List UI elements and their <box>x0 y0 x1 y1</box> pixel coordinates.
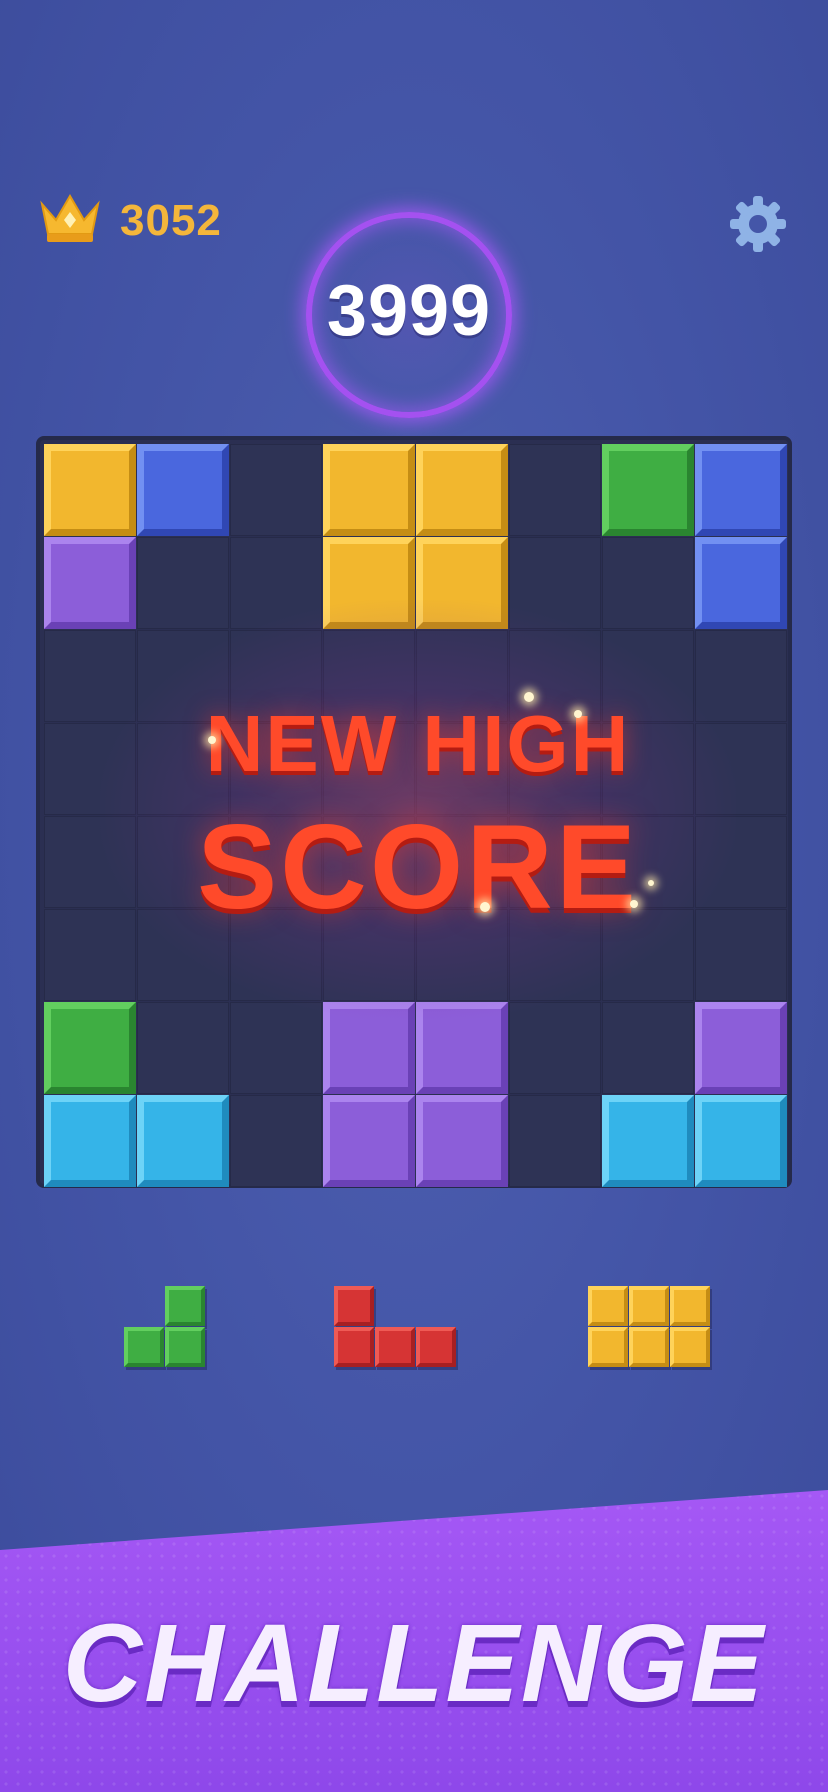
board-cell-empty[interactable] <box>602 909 694 1001</box>
sparkle <box>648 880 654 886</box>
board-cell-empty[interactable] <box>509 723 601 815</box>
board-cell-empty[interactable] <box>137 816 229 908</box>
best-score: 3052 <box>120 196 222 245</box>
board-cell-empty[interactable] <box>602 816 694 908</box>
piece-block <box>416 1327 456 1367</box>
board-cell-empty[interactable] <box>44 816 136 908</box>
board-cell-empty[interactable] <box>416 909 508 1001</box>
board-block-blue[interactable] <box>695 444 787 536</box>
board-block-cyan[interactable] <box>137 1095 229 1187</box>
piece-block <box>165 1286 205 1326</box>
board-cell-empty[interactable] <box>509 1002 601 1094</box>
gear-icon[interactable] <box>726 192 790 256</box>
board-cell-empty[interactable] <box>509 537 601 629</box>
board-block-cyan[interactable] <box>602 1095 694 1187</box>
sparkle <box>574 710 582 718</box>
board-block-cyan[interactable] <box>44 1095 136 1187</box>
board-cell-empty[interactable] <box>44 723 136 815</box>
piece-block <box>588 1327 628 1367</box>
board-cell-empty[interactable] <box>230 1095 322 1187</box>
board-cell-empty[interactable] <box>323 723 415 815</box>
crown-icon <box>40 194 100 242</box>
board-cell-empty[interactable] <box>230 909 322 1001</box>
board-block-green[interactable] <box>44 1002 136 1094</box>
sparkle <box>524 692 534 702</box>
board-cell-empty[interactable] <box>416 630 508 722</box>
board-cell-empty[interactable] <box>137 537 229 629</box>
board-cell-empty[interactable] <box>230 537 322 629</box>
board-block-blue[interactable] <box>137 444 229 536</box>
board-block-yellow[interactable] <box>323 537 415 629</box>
piece-block <box>670 1327 710 1367</box>
board-block-yellow[interactable] <box>44 444 136 536</box>
sparkle <box>480 902 490 912</box>
board-cell-empty[interactable] <box>695 630 787 722</box>
board-cell-empty[interactable] <box>323 630 415 722</box>
current-score: 3999 <box>326 271 492 351</box>
piece-block <box>629 1327 669 1367</box>
board-block-purple[interactable] <box>44 537 136 629</box>
piece-block <box>670 1286 710 1326</box>
piece-block <box>124 1327 164 1367</box>
board-cell-empty[interactable] <box>323 909 415 1001</box>
game-board[interactable]: NEW HIGH SCORE <box>36 436 792 1188</box>
piece-block <box>334 1286 374 1326</box>
board-cell-empty[interactable] <box>137 630 229 722</box>
hud: 3052 3999 <box>0 0 828 420</box>
board-block-yellow[interactable] <box>323 444 415 536</box>
board-cell-empty[interactable] <box>509 444 601 536</box>
piece-block <box>375 1327 415 1367</box>
board-cell-empty[interactable] <box>137 909 229 1001</box>
piece-block <box>165 1327 205 1367</box>
board-block-blue[interactable] <box>695 537 787 629</box>
board-block-yellow[interactable] <box>416 537 508 629</box>
board-block-purple[interactable] <box>695 1002 787 1094</box>
board-cell-empty[interactable] <box>137 1002 229 1094</box>
board-block-purple[interactable] <box>323 1002 415 1094</box>
board-block-purple[interactable] <box>323 1095 415 1187</box>
board-cell-empty[interactable] <box>509 909 601 1001</box>
board-block-purple[interactable] <box>416 1095 508 1187</box>
board-block-cyan[interactable] <box>695 1095 787 1187</box>
sparkle <box>208 736 216 744</box>
board-block-yellow[interactable] <box>416 444 508 536</box>
board-cell-empty[interactable] <box>509 630 601 722</box>
piece-block <box>629 1286 669 1326</box>
board-cell-empty[interactable] <box>695 723 787 815</box>
board-cell-empty[interactable] <box>695 909 787 1001</box>
board-cell-empty[interactable] <box>416 816 508 908</box>
board-cell-empty[interactable] <box>44 909 136 1001</box>
board-cell-empty[interactable] <box>323 816 415 908</box>
board-cell-empty[interactable] <box>230 444 322 536</box>
sparkle <box>630 900 638 908</box>
board-cell-empty[interactable] <box>602 1002 694 1094</box>
board-cell-empty[interactable] <box>230 816 322 908</box>
board-cell-empty[interactable] <box>602 630 694 722</box>
challenge-title: CHALLENGE <box>62 1602 766 1725</box>
board-cell-empty[interactable] <box>602 537 694 629</box>
piece-block <box>588 1286 628 1326</box>
board-cell-empty[interactable] <box>509 816 601 908</box>
board-cell-empty[interactable] <box>602 723 694 815</box>
piece-block <box>334 1327 374 1367</box>
board-cell-empty[interactable] <box>509 1095 601 1187</box>
board-block-purple[interactable] <box>416 1002 508 1094</box>
board-cell-empty[interactable] <box>416 723 508 815</box>
board-cell-empty[interactable] <box>44 630 136 722</box>
board-cell-empty[interactable] <box>230 630 322 722</box>
board-cell-empty[interactable] <box>230 723 322 815</box>
board-cell-empty[interactable] <box>230 1002 322 1094</box>
board-block-green[interactable] <box>602 444 694 536</box>
board-cell-empty[interactable] <box>695 816 787 908</box>
